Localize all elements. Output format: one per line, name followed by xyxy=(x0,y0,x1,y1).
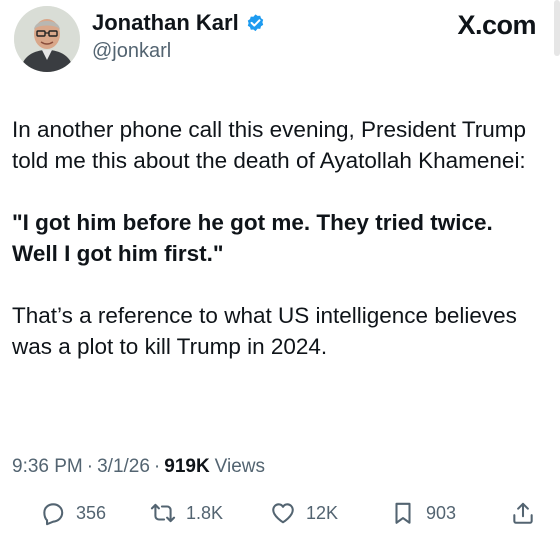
brand-label: X.com xyxy=(457,10,536,40)
repost-count: 1.8K xyxy=(186,502,224,523)
tweet-time[interactable]: 9:36 PM xyxy=(12,456,83,478)
person-avatar-icon xyxy=(14,6,80,72)
views-label: Views xyxy=(214,456,266,477)
separator-dot: · xyxy=(86,456,94,477)
views-count: 919K xyxy=(164,456,210,477)
author-name[interactable]: Jonathan Karl xyxy=(92,10,239,36)
separator-dot: · xyxy=(153,456,161,477)
scrollbar[interactable] xyxy=(554,0,560,56)
share-button[interactable] xyxy=(510,500,536,526)
repost-icon xyxy=(150,503,176,523)
avatar[interactable] xyxy=(14,6,80,72)
bookmark-count: 903 xyxy=(426,502,457,523)
author-name-row[interactable]: Jonathan Karl xyxy=(92,8,266,38)
repost-button[interactable]: 1.8K xyxy=(150,500,223,526)
heart-icon xyxy=(272,503,294,524)
reply-icon xyxy=(43,503,64,526)
tweet-quote: "I got him before he got me. They tried … xyxy=(12,210,493,266)
tweet-paragraph: In another phone call this evening, Pres… xyxy=(12,117,527,173)
like-count: 12K xyxy=(306,502,339,523)
reply-button[interactable]: 356 xyxy=(40,500,106,526)
tweet-paragraph: That’s a reference to what US intelligen… xyxy=(12,303,517,359)
tweet-date[interactable]: 3/1/26 xyxy=(97,456,150,478)
bookmark-button[interactable]: 903 xyxy=(390,500,456,526)
tweet-meta: 9:36 PM · 3/1/26 · 919K Views xyxy=(12,456,265,478)
share-icon xyxy=(513,502,533,524)
verified-badge-icon xyxy=(247,13,263,31)
like-button[interactable]: 12K xyxy=(270,500,338,526)
reply-count: 356 xyxy=(76,502,107,523)
tweet-body: In another phone call this evening, Pres… xyxy=(12,114,542,393)
bookmark-icon xyxy=(395,502,411,524)
author-handle[interactable]: @jonkarl xyxy=(92,40,171,63)
action-bar: 356 1.8K 12K 903 xyxy=(10,500,550,544)
